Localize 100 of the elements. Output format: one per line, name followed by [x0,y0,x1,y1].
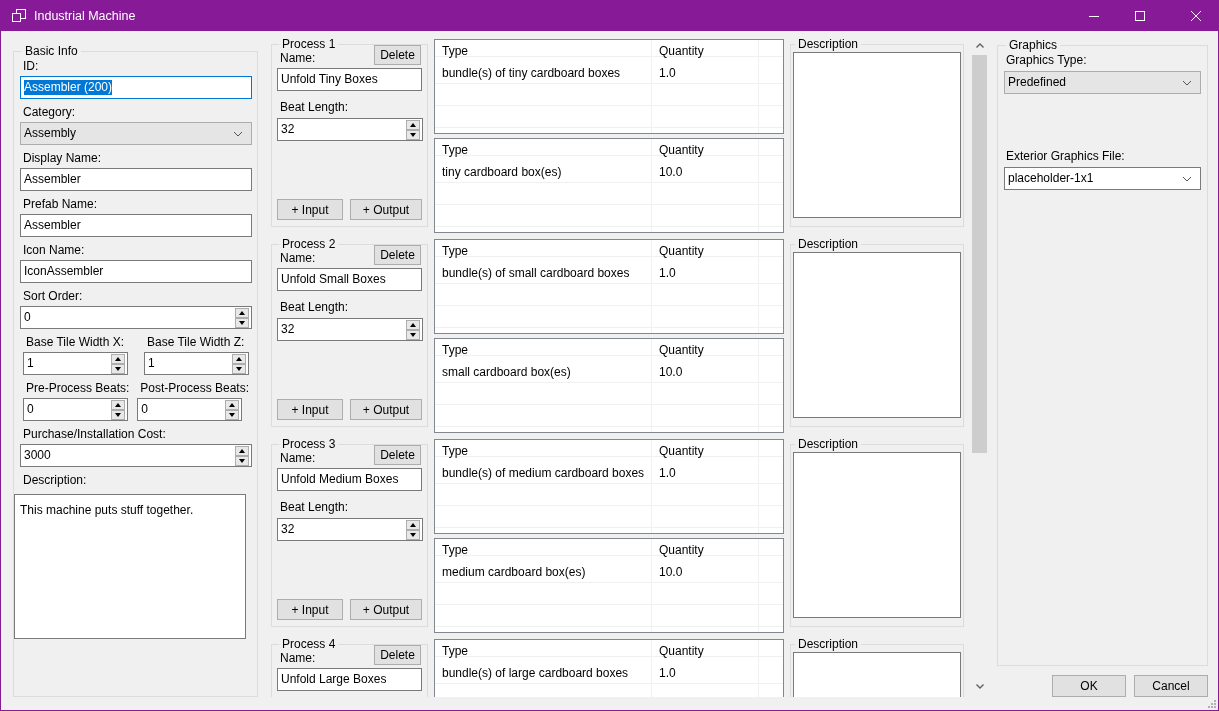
number-spinner[interactable]: 32 [277,118,423,141]
text-field[interactable]: Unfold Medium Boxes [277,468,422,491]
column-header[interactable]: Type [435,40,652,62]
number-spinner[interactable]: 3000 [20,444,252,467]
table-cell-text: 10.0 [658,364,684,381]
delete-button[interactable]: Delete [374,45,421,65]
table-cell-text: 1.0 [658,665,677,682]
field-label: Pre-Process Beats: [26,381,130,395]
spin-buttons[interactable] [235,307,249,328]
delete-button[interactable]: Delete [374,645,421,665]
table-cell-text: medium cardboard box(es) [441,564,587,581]
column-header[interactable]: Quantity [652,240,759,262]
add-input-button[interactable]: + Input [277,199,343,220]
spin-buttons[interactable] [225,399,240,420]
category-dropdown[interactable]: Assembly [20,122,252,145]
add-input-button[interactable]: + Input [277,599,343,620]
text-field[interactable]: Assembler [20,214,252,237]
description-textarea[interactable] [793,452,961,618]
chevron-down-icon [1182,175,1192,182]
table-cell-text: bundle(s) of tiny cardboard boxes [441,65,622,82]
field-label: Beat Length: [280,300,350,314]
number-spinner[interactable]: 0 [23,398,128,421]
spin-buttons[interactable] [406,319,420,340]
scroll-up-icon[interactable] [975,43,984,48]
dialog-button[interactable]: OK [1052,675,1126,697]
delete-button[interactable]: Delete [374,245,421,265]
column-header[interactable]: Type [435,440,652,462]
field-label: Graphics Type: [1006,53,1088,67]
maximize-icon[interactable] [1135,10,1145,21]
group-title: Graphics [1008,38,1059,52]
text-field[interactable]: Assembler [20,168,252,191]
dialog-button[interactable]: Cancel [1134,675,1208,697]
add-input-button[interactable]: + Input [277,399,343,420]
spin-buttons[interactable] [111,399,125,420]
scroll-down-icon[interactable] [975,684,984,689]
column-header[interactable]: Quantity [652,440,759,462]
group-title: Process 2 [281,237,337,251]
text-field[interactable]: Unfold Large Boxes [277,668,422,691]
column-header[interactable]: Quantity [652,139,759,161]
column-header[interactable]: Type [435,240,652,262]
description-textarea[interactable]: This machine puts stuff together. [14,494,246,639]
number-spinner[interactable]: 32 [277,318,423,341]
add-output-button[interactable]: + Output [350,599,422,620]
field-label: Prefab Name: [23,197,99,211]
field-label: Name: [280,251,316,265]
spin-buttons[interactable] [235,445,249,466]
number-spinner[interactable]: 1 [144,352,249,375]
field-label: ID: [23,59,40,73]
table-cell-text: 1.0 [658,465,677,482]
field-label: Sort Order: [23,289,84,303]
table-cell-text: tiny cardboard box(es) [441,164,563,181]
text-field[interactable]: Assembler (200) [20,76,252,99]
group-title: Description [797,437,860,451]
chevron-down-icon [1182,79,1192,86]
column-header[interactable]: Type [435,640,652,662]
scroll-thumb[interactable] [972,55,987,453]
group-title: Description [797,37,860,51]
graphics-type-dropdown[interactable]: Predefined [1004,71,1201,94]
number-spinner[interactable]: 1 [23,352,128,375]
column-header[interactable]: Type [435,339,652,361]
field-label: Purchase/Installation Cost: [23,427,167,441]
add-output-button[interactable]: + Output [350,399,422,420]
column-header[interactable]: Quantity [652,640,759,662]
table-cell-text: bundle(s) of large cardboard boxes [441,665,630,682]
column-header[interactable]: Type [435,139,652,161]
column-header[interactable]: Quantity [652,40,759,62]
spin-buttons[interactable] [232,353,246,374]
spin-buttons[interactable] [406,519,420,540]
group-title: Description [797,237,860,251]
spin-buttons[interactable] [111,353,125,374]
delete-button[interactable]: Delete [374,445,421,465]
chevron-down-icon [233,130,243,137]
table-cell-text: small cardboard box(es) [441,364,572,381]
text-field[interactable]: IconAssembler [20,260,252,283]
field-label: Exterior Graphics File: [1006,149,1126,163]
number-spinner[interactable]: 0 [137,398,243,421]
field-label: Name: [280,451,316,465]
number-spinner[interactable]: 32 [277,518,423,541]
field-label: Base Tile Width Z: [147,335,246,349]
description-textarea[interactable] [793,252,961,418]
resize-grip-icon[interactable] [1208,700,1216,708]
description-textarea[interactable] [793,52,961,218]
add-output-button[interactable]: + Output [350,199,422,220]
text-field[interactable]: Unfold Small Boxes [277,268,422,291]
table-cell-text: 1.0 [658,65,677,82]
close-icon[interactable] [1191,10,1201,21]
column-header[interactable]: Type [435,539,652,561]
table-cell-text: bundle(s) of medium cardboard boxes [441,465,646,482]
table-cell-text: 1.0 [658,265,677,282]
group-title: Process 4 [281,637,337,651]
graphics-file-dropdown[interactable]: placeholder-1x1 [1004,167,1201,190]
field-label: Base Tile Width X: [26,335,126,349]
number-spinner[interactable]: 0 [20,306,252,329]
text-field[interactable]: Unfold Tiny Boxes [277,68,422,91]
table-cell-text: bundle(s) of small cardboard boxes [441,265,631,282]
column-header[interactable]: Quantity [652,339,759,361]
spin-buttons[interactable] [406,119,420,140]
column-header[interactable]: Quantity [652,539,759,561]
field-label: Icon Name: [23,243,86,257]
field-label: Beat Length: [280,500,350,514]
